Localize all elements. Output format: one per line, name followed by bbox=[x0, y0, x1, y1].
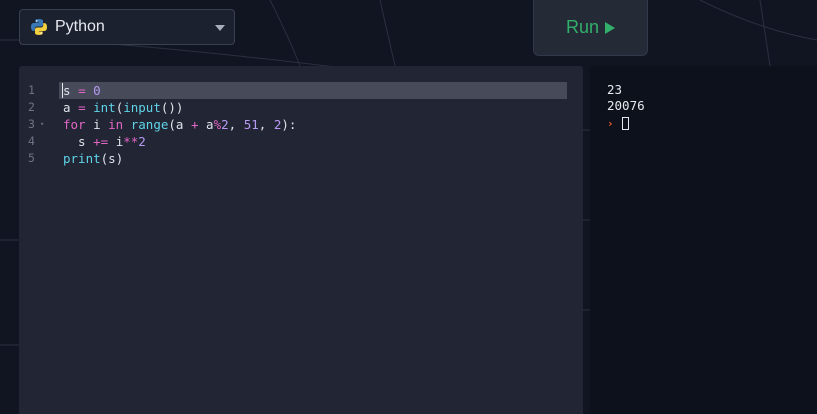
line-number: 3 bbox=[28, 117, 35, 131]
code-line[interactable]: 4 s += i**2 bbox=[19, 133, 583, 150]
code-line[interactable]: 1 s = 0 bbox=[19, 82, 583, 99]
code-text: s += i**2 bbox=[63, 134, 146, 149]
console-line: 23 bbox=[607, 82, 623, 97]
run-button[interactable]: Run bbox=[533, 0, 648, 56]
line-number: 5 bbox=[28, 151, 35, 165]
chevron-down-icon bbox=[215, 25, 225, 31]
code-text: for i in range(a + a%2, 51, 2): bbox=[63, 117, 297, 132]
code-line[interactable]: 5 print(s) bbox=[19, 150, 583, 167]
prompt-chevron-icon: › bbox=[607, 116, 614, 130]
console-prompt[interactable]: › bbox=[607, 114, 645, 132]
code-text: s = 0 bbox=[63, 83, 101, 98]
code-text: a = int(input()) bbox=[63, 100, 184, 115]
code-line[interactable]: 3 ▾ for i in range(a + a%2, 51, 2): bbox=[19, 116, 583, 133]
line-number: 1 bbox=[28, 83, 35, 97]
language-select[interactable]: Python bbox=[19, 9, 235, 45]
run-button-label: Run bbox=[565, 17, 600, 37]
play-icon bbox=[605, 21, 616, 34]
language-label: Python bbox=[55, 18, 105, 35]
console-lines: 23 20076 › bbox=[607, 82, 645, 132]
code-text: print(s) bbox=[63, 151, 124, 166]
line-number: 4 bbox=[28, 134, 35, 148]
code-line[interactable]: 2 a = int(input()) bbox=[19, 99, 583, 116]
code-lines: 1 s = 0 2 a = int(input()) 3 ▾ for i in … bbox=[19, 82, 583, 167]
line-number: 2 bbox=[28, 100, 35, 114]
fold-toggle-icon[interactable]: ▾ bbox=[40, 116, 44, 133]
output-console[interactable]: 23 20076 › bbox=[590, 66, 817, 414]
code-editor[interactable]: 1 s = 0 2 a = int(input()) 3 ▾ for i in … bbox=[19, 66, 583, 414]
terminal-cursor bbox=[622, 116, 629, 130]
python-icon bbox=[31, 19, 47, 35]
console-line: 20076 bbox=[607, 98, 645, 113]
